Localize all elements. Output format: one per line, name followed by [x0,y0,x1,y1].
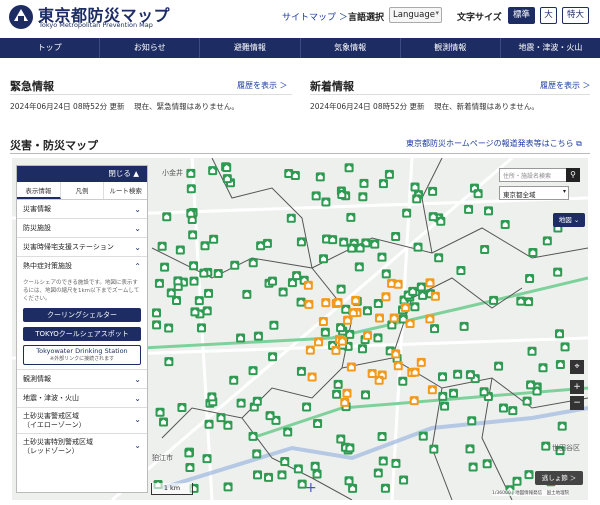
site-header: 東京都防災マップ Tokyo Metropolitan Prevention M… [0,0,600,38]
route-button[interactable]: 逃しょ節 ＞ [535,471,583,485]
divider [10,94,292,95]
drinking-station-label: Tokyowater Drinking Station [36,347,128,355]
site-subtitle: Tokyo Metropolitan Prevention Map [39,21,153,29]
press-release-link[interactable]: 東京都防災ホームページの報道発表等はこちら ⧉ [406,138,582,149]
text-size-xlarge-button[interactable]: 特大 [562,7,589,24]
emergency-message: 現在、緊急情報はありません。 [134,102,239,111]
external-link-note: ※外部リンクに接続されます [49,356,115,362]
chevron-down-icon: ⌄ [134,224,141,233]
town-label-komae: 狛江市 [152,454,173,462]
emergency-status: 2024年06月24日 08時52分 更新 現在、緊急情報はありません。 [10,101,239,112]
search-icon[interactable]: ⚲ [566,168,580,182]
chevron-down-icon: ⌄ [134,375,141,384]
text-size-standard-button[interactable]: 標準 [508,7,535,24]
zoom-out-button[interactable]: − [570,396,584,410]
accordion-disaster-info[interactable]: 災害情報 ⌄ [17,200,147,219]
accordion-label: 地震・津波・火山 [23,394,79,402]
external-link-icon: ⧉ [576,139,582,148]
accordion-label: 熱中症対策施設 [23,262,72,270]
divider [310,94,590,95]
news-history-link[interactable]: 履歴を表示 ＞ [540,80,591,91]
location-icon[interactable]: ⌖ [570,360,584,374]
accordion-earthquake[interactable]: 地震・津波・火山 ⌄ [17,389,147,408]
tab-display-info[interactable]: 表示情報 [17,182,61,199]
map-attribution: 1/36000 | 地図情報発信 国土地理院 [492,490,570,496]
drinking-station-button[interactable]: Tokyowater Drinking Station ※外部リンクに接続されま… [23,345,141,365]
accordion-label: 土砂災害特別警戒区域 [23,438,93,446]
cool-share-spot-button[interactable]: TOKYOクールシェアスポット [23,327,141,341]
tab-route-search[interactable]: ルート検索 [104,182,147,199]
map-type-toggle[interactable]: 地図 ⌄ [553,213,585,227]
chevron-down-icon: ⌄ [573,216,580,224]
accordion-yellow-zone[interactable]: 土砂災害警戒区域 （イエローゾーン） ⌄ [17,408,147,434]
map-center-crosshair: + [305,480,317,496]
accordion-label: 観測情報 [23,375,51,383]
chevron-down-icon: ⌄ [134,394,141,403]
panel-tabs: 表示情報 凡例 ルート検索 [17,182,147,200]
accordion-red-zone[interactable]: 土砂災害特別警戒区域 （レッドゾーン） ⌄ [17,434,147,460]
news-timestamp: 2024年06月24日 08時52分 更新 [310,102,425,111]
nav-item-weather[interactable]: 気象情報 [301,38,401,58]
tab-legend[interactable]: 凡例 [61,182,105,199]
zoom-in-button[interactable]: + [570,380,584,394]
chevron-down-icon: ⌄ [134,243,141,252]
chevron-down-icon: ⌄ [134,441,141,450]
area-value: 東京都全域 [503,191,536,199]
layer-panel: 閉じる ▲ 表示情報 凡例 ルート検索 災害情報 ⌄ 防災施設 ⌄ 災害時帰宅支… [16,165,148,493]
emergency-title: 緊急情報 [10,80,54,93]
cooling-shelter-button[interactable]: クーリングシェルター [23,308,141,322]
accordion-observation[interactable]: 観測情報 ⌄ [17,370,147,389]
heatstroke-description: クールシェアのできる施設です。地図に表示するには、地図の縮尺を1km以下までズー… [23,280,140,302]
heatstroke-panel: クールシェアのできる施設です。地図に表示するには、地図の縮尺を1km以下までズー… [17,276,147,370]
press-release-label: 東京都防災ホームページの報道発表等はこちら [406,139,574,148]
divider [10,153,590,154]
chevron-up-icon: ⌃ [134,262,141,271]
chevron-down-icon: ⌄ [134,415,141,424]
map-scale: 1 km [151,483,193,495]
chevron-down-icon: ⌄ [134,205,141,214]
emergency-timestamp: 2024年06月24日 08時52分 更新 [10,102,125,111]
text-size-large-button[interactable]: 大 [540,7,557,24]
accordion-label: 防災施設 [23,224,51,232]
chevron-down-icon: ▾ [435,9,439,17]
language-value: Language [393,10,435,20]
area-select[interactable]: 東京都全域 ▾ [499,186,569,200]
accordion-heatstroke[interactable]: 熱中症対策施設 ⌃ [17,257,147,276]
nav-item-observation[interactable]: 観測情報 [401,38,501,58]
nav-item-evacuation[interactable]: 避難情報 [200,38,301,58]
map-type-label: 地図 [558,216,572,224]
language-select[interactable]: Language ▾ [389,7,442,23]
panel-close-button[interactable]: 閉じる ▲ [17,166,147,182]
town-label-setagaya: 世田谷区 [552,444,580,452]
sitemap-link[interactable]: サイトマップ ＞ [282,10,348,23]
nav-item-news[interactable]: お知らせ [100,38,201,58]
accordion-sublabel: （レッドゾーン） [23,447,79,455]
accordion-return-support[interactable]: 災害時帰宅支援ステーション ⌄ [17,238,147,257]
logo-icon[interactable] [8,4,34,30]
accordion-label: 災害時帰宅支援ステーション [23,243,114,251]
language-label: 言語選択 [348,13,385,23]
nav-item-top[interactable]: トップ [0,38,101,58]
map-section-title: 災害・防災マップ [10,139,98,152]
accordion-label: 土砂災害警戒区域 [23,412,79,420]
main-nav: トップ お知らせ 避難情報 気象情報 観測情報 地震・津波・火山 [0,38,600,58]
chevron-down-icon: ▾ [562,188,566,195]
town-label-koganei: 小金井 [162,169,183,177]
text-size-label: 文字サイズ [457,13,502,23]
news-message: 現在、新着情報はありません。 [434,102,539,111]
news-status: 2024年06月24日 08時52分 更新 現在、新着情報はありません。 [310,101,539,112]
nav-item-earthquake[interactable]: 地震・津波・火山 [501,38,600,58]
accordion-facilities[interactable]: 防災施設 ⌄ [17,219,147,238]
news-title: 新着情報 [310,80,354,93]
accordion-sublabel: （イエローゾーン） [23,421,86,429]
emergency-history-link[interactable]: 履歴を表示 ＞ [237,80,288,91]
accordion-label: 災害情報 [23,205,51,213]
